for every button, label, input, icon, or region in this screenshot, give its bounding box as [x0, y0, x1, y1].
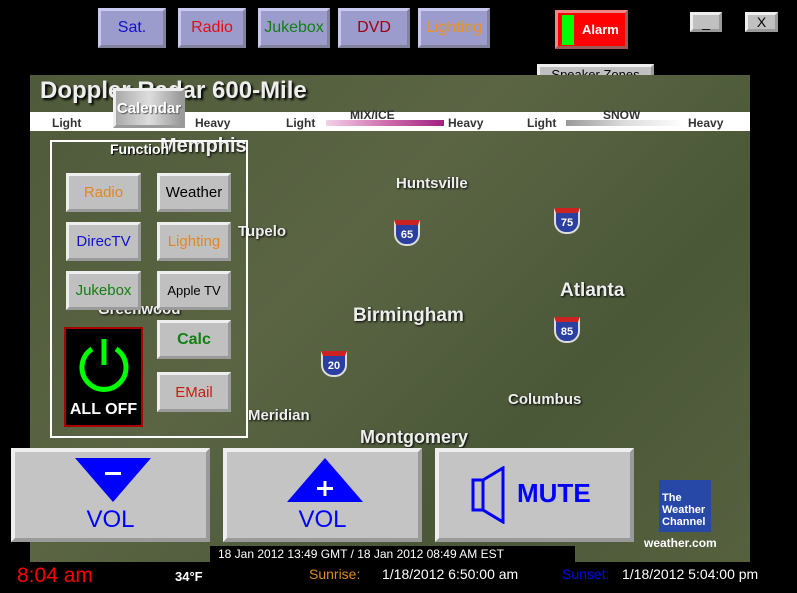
- label: Calc: [177, 330, 211, 348]
- power-icon: [79, 339, 129, 392]
- legend-heavy: Heavy: [195, 116, 231, 130]
- label: DirecTV: [76, 233, 131, 250]
- calendar-button[interactable]: Calendar: [113, 88, 185, 128]
- label: Radio: [83, 184, 124, 201]
- mute-button[interactable]: MUTE: [435, 448, 634, 542]
- triangle-up-icon: [287, 458, 363, 502]
- nav-lighting-button[interactable]: Lighting: [418, 8, 490, 48]
- legend-light: Light: [52, 116, 82, 130]
- nav-dvd-button[interactable]: DVD: [338, 8, 410, 48]
- nav-jukebox-button[interactable]: Jukebox: [258, 8, 330, 48]
- all-off-label: ALL OFF: [69, 401, 138, 418]
- interstate-shield: 20: [321, 351, 347, 377]
- sunset-value: 1/18/2012 5:04:00 pm: [622, 566, 759, 582]
- weather-com-label: weather.com: [644, 536, 717, 550]
- interstate-shield: 75: [554, 208, 580, 234]
- label: Jukebox: [264, 19, 324, 36]
- speaker-icon: [471, 466, 505, 524]
- weather-channel-logo: The Weather Channel: [659, 480, 711, 532]
- label: Apple TV: [167, 283, 221, 298]
- all-off-button[interactable]: ALL OFF: [64, 327, 143, 427]
- function-lighting-button[interactable]: Lighting: [157, 222, 231, 261]
- legend-light: Light: [527, 116, 557, 130]
- minimize-button[interactable]: _: [690, 12, 722, 32]
- label: Lighting: [167, 233, 221, 250]
- nav-sat-button[interactable]: Sat.: [98, 8, 166, 48]
- city-label: Montgomery: [360, 427, 468, 447]
- sunrise-value: 1/18/2012 6:50:00 am: [382, 566, 519, 582]
- temperature: 34°F: [175, 569, 203, 584]
- legend-mix-scale: [326, 120, 444, 126]
- legend-heavy: Heavy: [688, 116, 724, 130]
- city-label: Atlanta: [560, 280, 625, 301]
- function-appletv-button[interactable]: Apple TV: [157, 271, 231, 310]
- label: Radio: [191, 19, 233, 36]
- mute-label: MUTE: [517, 478, 591, 508]
- logo-text: The: [662, 492, 682, 504]
- function-jukebox-button[interactable]: Jukebox: [66, 271, 141, 310]
- current-time: 8:04 am: [17, 564, 93, 587]
- volume-up-button[interactable]: VOL: [223, 448, 422, 542]
- function-radio-button[interactable]: Radio: [66, 173, 141, 212]
- alarm-label: Alarm: [582, 22, 619, 37]
- volume-down-button[interactable]: VOL: [11, 448, 210, 542]
- triangle-down-icon: [75, 458, 151, 502]
- radar-timestamp: 18 Jan 2012 13:49 GMT / 18 Jan 2012 08:4…: [210, 546, 575, 562]
- label: EMail: [175, 383, 213, 401]
- label: Lighting: [425, 19, 483, 36]
- sunset-label: Sunset:: [562, 566, 610, 582]
- nav-radio-button[interactable]: Radio: [178, 8, 246, 48]
- label: _: [702, 14, 710, 30]
- interstate-shield: 65: [394, 220, 420, 246]
- label: DVD: [357, 19, 391, 36]
- label: Calendar: [116, 99, 182, 117]
- sunrise-label: Sunrise:: [309, 566, 361, 582]
- logo-text: Channel: [662, 516, 706, 528]
- legend-heavy: Heavy: [448, 116, 484, 130]
- city-label: Meridian: [248, 407, 310, 424]
- city-label: Huntsville: [396, 175, 468, 192]
- legend-snow-scale: [566, 120, 684, 126]
- city-label: Columbus: [508, 391, 582, 408]
- alarm-button[interactable]: Alarm: [555, 10, 628, 49]
- interstate-shield: 85: [554, 317, 580, 343]
- close-button[interactable]: X: [745, 12, 778, 32]
- label: Sat.: [117, 19, 147, 36]
- function-weather-button[interactable]: Weather: [157, 173, 231, 212]
- function-directv-button[interactable]: DirecTV: [66, 222, 141, 261]
- volume-down-label: VOL: [86, 506, 135, 533]
- city-label: Birmingham: [353, 305, 464, 326]
- alarm-indicator: [562, 15, 574, 45]
- label: Jukebox: [75, 282, 132, 299]
- label: X: [756, 14, 767, 30]
- logo-text: Weather: [662, 504, 706, 516]
- volume-up-label: VOL: [298, 506, 347, 533]
- function-email-button[interactable]: EMail: [157, 372, 231, 412]
- function-title: Function: [110, 141, 170, 157]
- legend-light: Light: [286, 116, 316, 130]
- label: Weather: [165, 184, 223, 201]
- function-calc-button[interactable]: Calc: [157, 320, 231, 359]
